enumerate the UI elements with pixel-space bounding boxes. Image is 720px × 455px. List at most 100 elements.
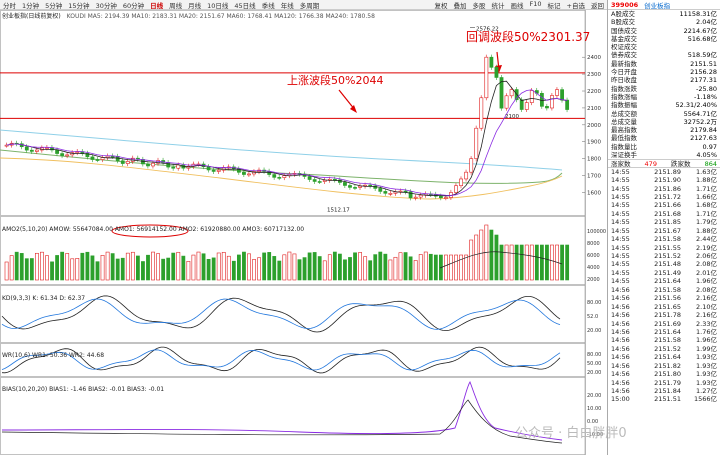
volume-bar [565,244,570,281]
tick-row: 14:55 2151.48 2.08亿 [608,260,720,268]
tick-time: 14:56 [611,327,630,336]
tick-row: 14:55 2151.66 1.68亿 [608,201,720,209]
tick-time: 14:56 [611,319,630,328]
quote-field-label: 深证换手 [611,151,637,160]
toolbar-button[interactable]: 多股 [470,0,489,10]
tick-time: 14:56 [611,336,630,345]
tick-row: 14:56 2151.65 2.10亿 [608,303,720,311]
period-tab[interactable]: 30分钟 [93,0,120,10]
volume-bar [383,253,388,281]
period-tab[interactable]: 分时 [0,0,19,10]
candle-body [277,177,282,179]
candle-body [216,169,221,172]
toolbar-button[interactable]: 统计 [489,0,508,10]
toolbar-button[interactable]: F10 [527,0,545,10]
tick-amount: 1.71亿 [696,184,717,193]
tick-amount: 2.33亿 [696,319,717,328]
toolbar-button[interactable]: 标记 [545,0,564,10]
volume-bar [161,258,166,281]
quote-field-row: 指数涨跌 -25.80 [608,85,720,93]
tick-row: 14:55 2151.58 2.44亿 [608,235,720,243]
volume-bar [353,252,357,281]
tick-time: 14:55 [611,235,630,244]
period-tab[interactable]: 60分钟 [120,0,147,10]
volume-bar [529,244,534,281]
candle-body [166,162,171,168]
candle-body [418,194,423,198]
volume-bar [423,251,428,281]
vol-tick-label: 2000 [587,277,600,283]
volume-bar [337,253,342,281]
period-tab[interactable]: 月线 [185,0,204,10]
candle-body [247,173,251,176]
volume-bar [40,251,44,281]
period-tab[interactable]: 季线 [259,0,278,10]
volume-bar [519,244,524,281]
toolbar-button[interactable]: 画线 [508,0,527,10]
tick-price: 2151.58 [654,285,681,294]
quote-field-label: 指数量比 [611,142,637,151]
candle-body [125,161,130,164]
period-tab[interactable]: 年线 [278,0,297,10]
volume-bar [449,254,453,281]
volume-bar [115,258,120,281]
index-name: 创业板指 [644,1,671,10]
period-tab[interactable]: 周线 [166,0,185,10]
candle-body [34,149,39,152]
candle-body [120,160,125,164]
volume-bar [494,234,499,281]
period-tab[interactable]: 5分钟 [42,0,65,10]
rise-arrow-head [350,105,357,113]
candle-body [413,196,418,199]
toolbar-button[interactable]: 返回 [588,0,607,10]
bias2-line [1,399,563,444]
candle-body [317,181,322,183]
volume-bar [50,261,54,281]
tick-amount: 1566亿 [693,395,717,404]
candle-body [438,195,443,199]
volume-bar [75,258,80,281]
volume-bar [110,253,115,281]
candle-body [550,95,554,109]
candle-body [55,149,60,154]
candle-body [494,67,499,78]
period-tab[interactable]: 10日线 [204,0,231,10]
tick-time: 14:55 [611,218,630,227]
rise-count: 479 [644,160,657,169]
period-tab[interactable]: 1分钟 [19,0,42,10]
period-tab[interactable]: 多周期 [297,0,323,10]
fall-label: 跌家数 [671,160,691,169]
quote-field-value: 0.97 [702,142,717,151]
volume-bar [247,253,251,281]
toolbar-button[interactable]: +自选 [564,0,588,10]
tick-row: 15:00 2151.51 1566亿 [608,395,720,403]
tick-list[interactable]: 14:55 2151.89 1.63亿 14:55 2151.90 1.88亿 14:55 2… [608,168,720,404]
quote-field-label: 国债成交 [611,26,637,35]
tick-time: 14:56 [611,311,630,320]
volume-bar [287,251,292,281]
volume-bar [524,244,529,281]
volume-bar [201,253,206,281]
period-tab[interactable]: 日线 [147,0,166,10]
period-tab[interactable]: 45日线 [231,0,258,10]
tick-amount: 1.88亿 [696,226,717,235]
quote-field-label: 总成交额 [611,109,637,118]
toolbar-button[interactable]: 复权 [432,0,451,10]
volume-bar [317,256,322,281]
quote-field-value: 2214.67亿 [683,26,717,35]
fall-count: 864 [704,160,717,169]
quote-field-value: 516.68亿 [687,34,717,43]
quote-field-row: B股成交 2.04亿 [608,18,720,26]
tick-price: 2151.55 [654,243,681,252]
candle-body [29,149,34,152]
vol-tick-label: 4000 [587,265,600,271]
wr-tick-label: 80.00 [587,352,601,358]
volume-bar [90,255,95,281]
tick-amount: 1.71亿 [696,209,717,218]
tick-amount: 2.19亿 [696,243,717,252]
toolbar-button[interactable]: 叠加 [451,0,470,10]
volume-bar [196,251,201,281]
tick-time: 14:56 [611,361,630,370]
period-tab[interactable]: 15分钟 [65,0,92,10]
tick-amount: 2.44亿 [696,235,717,244]
